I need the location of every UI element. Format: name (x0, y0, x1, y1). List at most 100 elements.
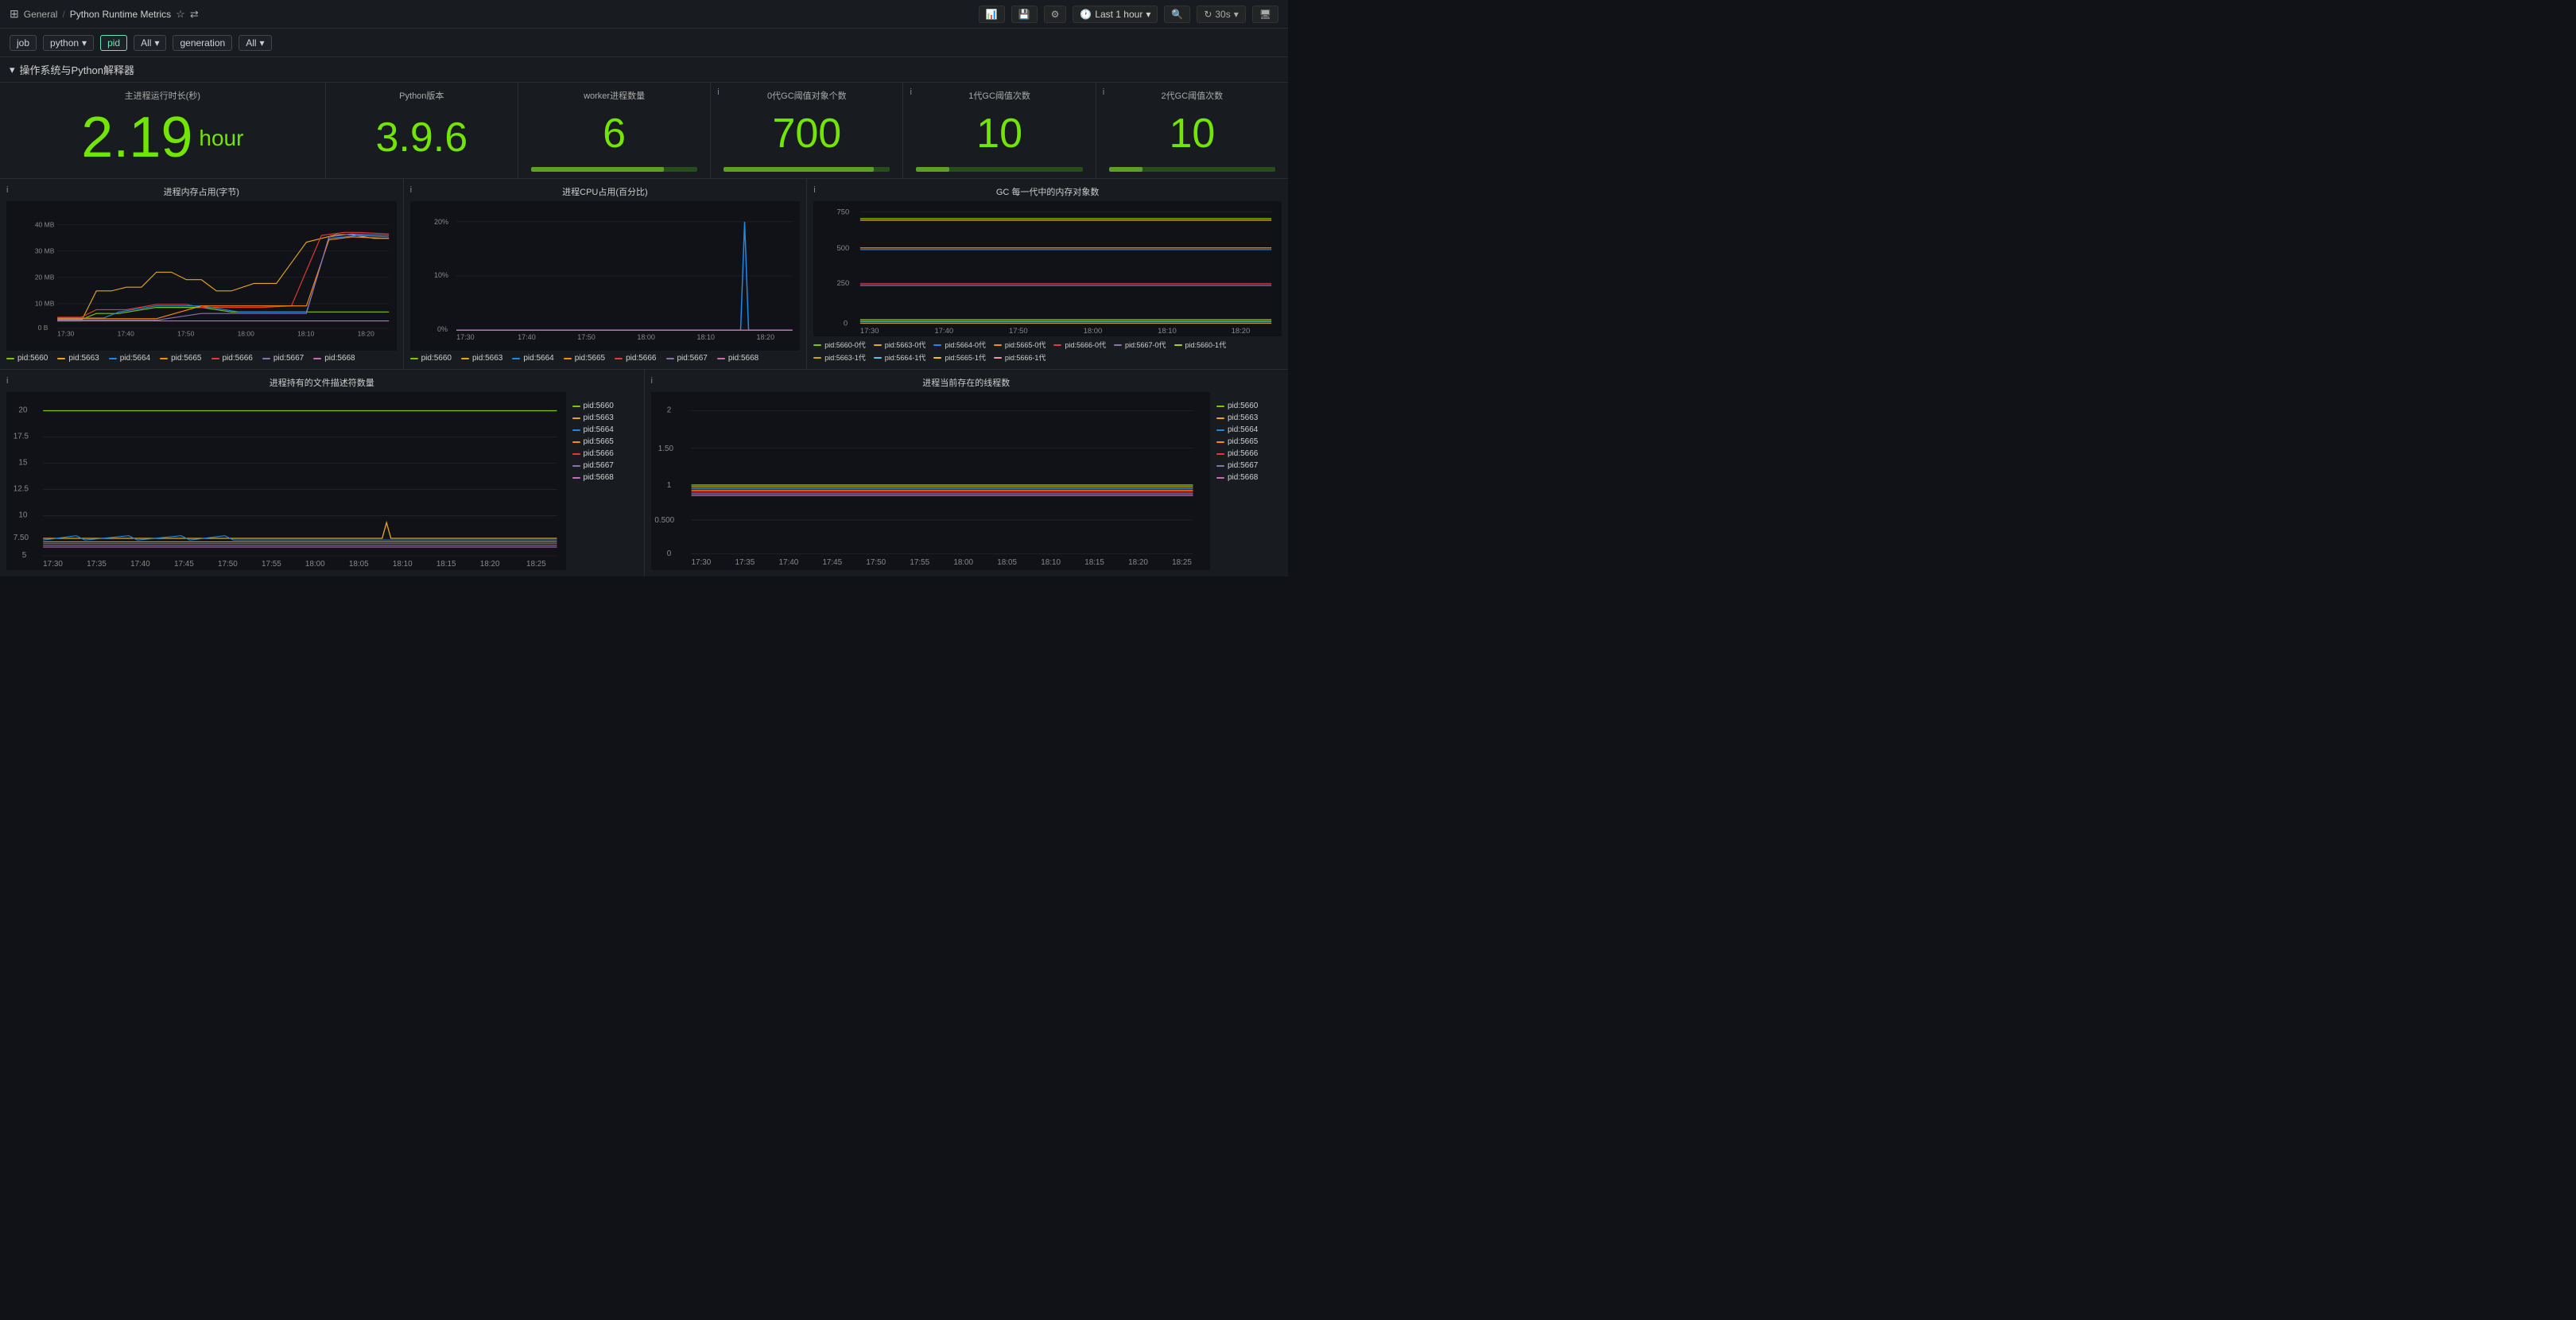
svg-text:20%: 20% (434, 218, 448, 226)
svg-text:18:00: 18:00 (238, 329, 255, 337)
gc2-bar (1109, 167, 1275, 172)
svg-text:17:40: 17:40 (118, 329, 135, 337)
thread-chart-title: i 进程当前存在的线程数 (651, 376, 1282, 389)
add-panel-button[interactable]: 📊 (979, 6, 1005, 23)
svg-text:18:10: 18:10 (1041, 558, 1061, 567)
svg-text:18:05: 18:05 (349, 560, 369, 569)
filter-all-2-chevron: ▾ (260, 37, 265, 49)
thread-legend-5668: pid:5668 (1216, 473, 1275, 482)
worker-bar (531, 167, 697, 172)
memory-chart-area: 40 MB 30 MB 20 MB 10 MB 0 B 17:30 17:40 … (6, 201, 397, 351)
stat-title-gc2: 2代GC阈值次数 (1109, 89, 1275, 102)
legend-5660: pid:5660 (6, 354, 48, 363)
filter-python-chevron: ▾ (82, 37, 87, 49)
filter-job[interactable]: job (10, 35, 37, 51)
memory-chart-svg: 40 MB 30 MB 20 MB 10 MB 0 B 17:30 17:40 … (6, 201, 397, 351)
gc-legend-5666-0: pid:5666-0代 (1053, 340, 1106, 350)
tv-icon: 🖥 (1259, 9, 1271, 20)
filter-generation[interactable]: generation (173, 35, 232, 51)
zoom-out-button[interactable]: 🔍 (1164, 6, 1190, 23)
stat-card-gc1: i 1代GC阈值次数 10 (903, 83, 1096, 178)
svg-text:40 MB: 40 MB (35, 221, 55, 229)
refresh-button[interactable]: ↻ 30s ▾ (1197, 6, 1245, 23)
filter-pid[interactable]: pid (100, 35, 127, 51)
fd-legend: pid:5660 pid:5663 pid:5664 pid:5665 pid:… (566, 395, 638, 570)
info-icon-memory: i (6, 185, 8, 195)
svg-text:17:30: 17:30 (860, 327, 879, 336)
filter-job-label: job (17, 37, 29, 49)
svg-text:18:00: 18:00 (637, 333, 655, 341)
fd-chart-content: 20 17.5 15 12.5 10 7.50 5 17:30 (6, 392, 638, 570)
header-right: 📊 💾 ⚙ 🕐 Last 1 hour ▾ 🔍 ↻ 30s ▾ 🖥 (979, 6, 1278, 23)
save-button[interactable]: 💾 (1011, 6, 1038, 23)
stat-value-gc2: 10 (1109, 105, 1275, 164)
legend-5664: pid:5664 (109, 354, 150, 363)
refresh-icon: ↻ (1204, 9, 1212, 20)
svg-text:18:10: 18:10 (696, 333, 715, 341)
svg-text:18:00: 18:00 (953, 558, 973, 567)
gc-chart-svg: 750 500 250 0 17:30 17:40 17:50 18:00 18… (813, 201, 1282, 336)
filter-all-2-label: All (246, 37, 256, 49)
gc1-bar-fill (916, 167, 949, 172)
thread-chart-svg: 2 1.50 1 0.500 0 17:30 17:35 17:40 17:45… (651, 392, 1211, 570)
svg-text:1.50: 1.50 (658, 445, 673, 453)
gc-legend-5664-1: pid:5664-1代 (874, 352, 926, 363)
legend-5668: pid:5668 (313, 354, 355, 363)
charts-row-1: i 进程内存占用(字节) 40 MB 30 MB 20 MB 10 MB 0 B… (0, 179, 1288, 370)
cpu-legend-5665: pid:5665 (564, 354, 605, 363)
grid-icon: ⊞ (10, 7, 19, 21)
time-range-picker[interactable]: 🕐 Last 1 hour ▾ (1073, 6, 1158, 23)
legend-5667: pid:5667 (262, 354, 304, 363)
cpu-legend-5666: pid:5666 (615, 354, 656, 363)
cpu-chart-area: 20% 10% 0% 17:30 17:40 17:50 18:00 18:10… (410, 201, 801, 351)
svg-text:17:50: 17:50 (218, 560, 238, 569)
info-icon-gc1: i (910, 87, 911, 97)
svg-text:17:55: 17:55 (910, 558, 929, 567)
breadcrumb-general[interactable]: General (24, 9, 58, 20)
cpu-legend-5664: pid:5664 (512, 354, 553, 363)
share-icon[interactable]: ⇄ (190, 8, 199, 21)
star-icon[interactable]: ☆ (176, 8, 185, 21)
svg-text:12.5: 12.5 (14, 485, 29, 494)
filter-all-1-chevron: ▾ (154, 37, 159, 49)
save-icon: 💾 (1018, 9, 1030, 20)
info-icon-fd: i (6, 376, 8, 386)
section-header: ▾ 操作系统与Python解释器 (0, 57, 1288, 83)
svg-text:20: 20 (18, 406, 27, 415)
gc-legend-5665-0: pid:5665-0代 (994, 340, 1046, 350)
add-panel-icon: 📊 (986, 9, 998, 20)
stat-card-python-version: Python版本 3.9.6 (326, 83, 518, 178)
stat-value-gc0: 700 (724, 105, 890, 164)
collapse-icon[interactable]: ▾ (10, 64, 15, 76)
chevron-down-icon: ▾ (1146, 9, 1150, 20)
filter-all-2[interactable]: All ▾ (239, 35, 271, 51)
stat-number-runtime: 2.19 (81, 107, 192, 169)
svg-text:1: 1 (666, 481, 671, 490)
svg-text:7.50: 7.50 (14, 534, 29, 542)
svg-text:17:55: 17:55 (262, 560, 281, 569)
gc-legend-5663-0: pid:5663-0代 (874, 340, 926, 350)
thread-chart-area: 2 1.50 1 0.500 0 17:30 17:35 17:40 17:45… (651, 392, 1211, 570)
memory-chart-legend: pid:5660 pid:5663 pid:5664 pid:5665 pid:… (6, 354, 397, 363)
stat-value-gc1: 10 (916, 105, 1082, 164)
gc-legend-5663-1: pid:5663-1代 (813, 352, 866, 363)
page-title: Python Runtime Metrics (70, 9, 171, 20)
settings-icon: ⚙ (1051, 9, 1060, 20)
filter-bar: job python ▾ pid All ▾ generation All ▾ (0, 29, 1288, 57)
fd-chart-svg: 20 17.5 15 12.5 10 7.50 5 17:30 (6, 392, 566, 570)
svg-text:17:45: 17:45 (174, 560, 194, 569)
filter-pid-label: pid (107, 37, 120, 49)
filter-python-label: python (50, 37, 79, 49)
gc-legend-5660-0: pid:5660-0代 (813, 340, 866, 350)
gc-chart-panel: i GC 每一代中的内存对象数 750 500 250 0 17:30 17:4… (807, 179, 1288, 369)
filter-all-1[interactable]: All ▾ (134, 35, 166, 51)
breadcrumb-separator: / (62, 9, 64, 20)
tv-mode-button[interactable]: 🖥 (1252, 6, 1278, 23)
svg-text:15: 15 (18, 459, 27, 468)
legend-5666: pid:5666 (211, 354, 253, 363)
filter-python[interactable]: python ▾ (43, 35, 94, 51)
svg-text:18:15: 18:15 (436, 560, 456, 569)
svg-text:10%: 10% (434, 271, 448, 279)
stat-title-gc1: 1代GC阈值次数 (916, 89, 1082, 102)
settings-button[interactable]: ⚙ (1044, 6, 1067, 23)
